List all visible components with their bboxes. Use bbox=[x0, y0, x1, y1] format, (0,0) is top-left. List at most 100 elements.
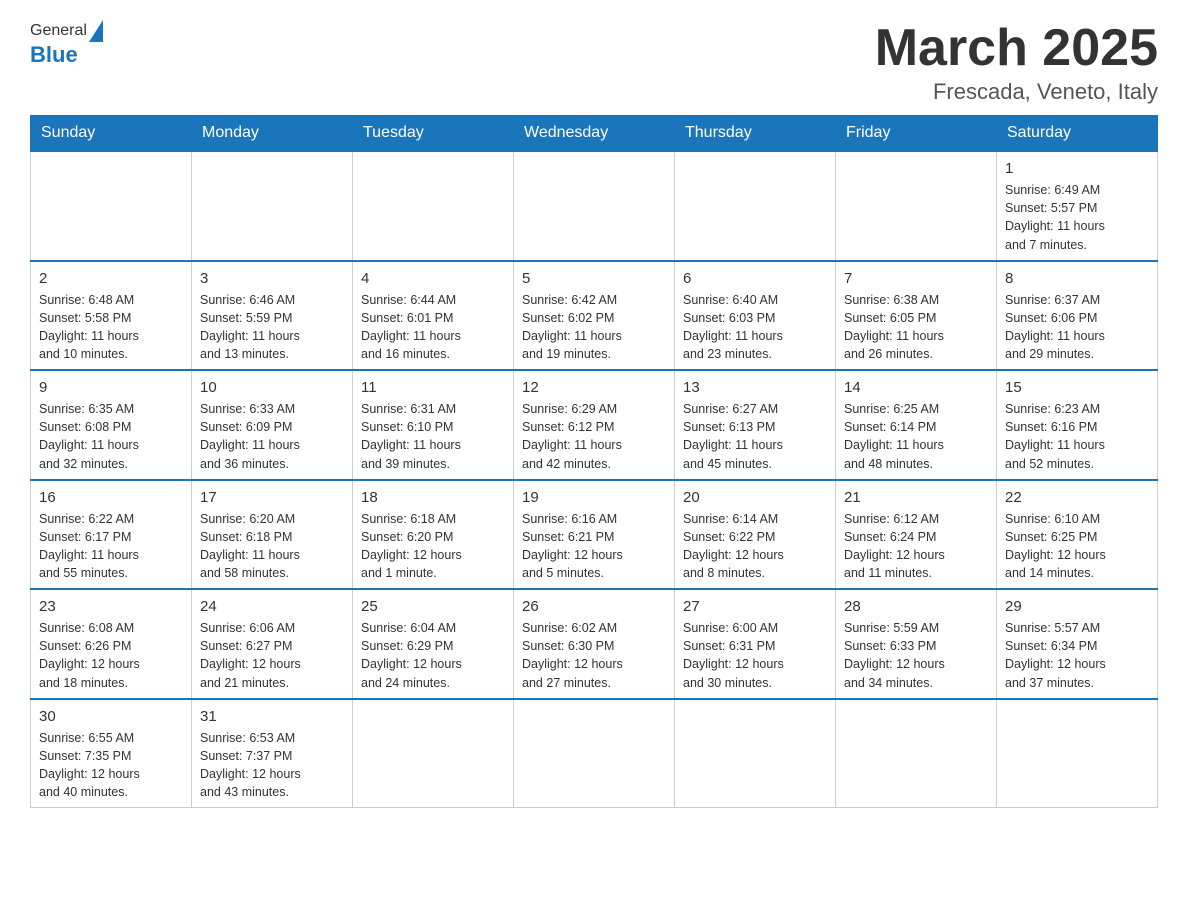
calendar-day-cell bbox=[836, 699, 997, 808]
calendar-day-cell: 16Sunrise: 6:22 AM Sunset: 6:17 PM Dayli… bbox=[31, 480, 192, 590]
day-info: Sunrise: 6:44 AM Sunset: 6:01 PM Dayligh… bbox=[361, 291, 505, 364]
day-info: Sunrise: 6:10 AM Sunset: 6:25 PM Dayligh… bbox=[1005, 510, 1149, 583]
day-number: 8 bbox=[1005, 268, 1149, 289]
calendar-day-cell: 26Sunrise: 6:02 AM Sunset: 6:30 PM Dayli… bbox=[514, 589, 675, 699]
calendar-header-row: SundayMondayTuesdayWednesdayThursdayFrid… bbox=[31, 116, 1158, 152]
day-number: 3 bbox=[200, 268, 344, 289]
calendar-day-cell: 11Sunrise: 6:31 AM Sunset: 6:10 PM Dayli… bbox=[353, 370, 514, 480]
calendar-day-cell: 30Sunrise: 6:55 AM Sunset: 7:35 PM Dayli… bbox=[31, 699, 192, 808]
day-info: Sunrise: 6:08 AM Sunset: 6:26 PM Dayligh… bbox=[39, 619, 183, 692]
calendar-day-cell: 5Sunrise: 6:42 AM Sunset: 6:02 PM Daylig… bbox=[514, 261, 675, 371]
day-number: 27 bbox=[683, 596, 827, 617]
calendar-day-cell: 2Sunrise: 6:48 AM Sunset: 5:58 PM Daylig… bbox=[31, 261, 192, 371]
calendar-day-header: Saturday bbox=[997, 116, 1158, 152]
calendar-day-cell: 17Sunrise: 6:20 AM Sunset: 6:18 PM Dayli… bbox=[192, 480, 353, 590]
calendar-week-row: 9Sunrise: 6:35 AM Sunset: 6:08 PM Daylig… bbox=[31, 370, 1158, 480]
calendar-day-header: Friday bbox=[836, 116, 997, 152]
day-number: 10 bbox=[200, 377, 344, 398]
day-number: 25 bbox=[361, 596, 505, 617]
calendar-day-cell: 27Sunrise: 6:00 AM Sunset: 6:31 PM Dayli… bbox=[675, 589, 836, 699]
day-info: Sunrise: 6:27 AM Sunset: 6:13 PM Dayligh… bbox=[683, 400, 827, 473]
day-info: Sunrise: 6:31 AM Sunset: 6:10 PM Dayligh… bbox=[361, 400, 505, 473]
calendar-day-cell: 15Sunrise: 6:23 AM Sunset: 6:16 PM Dayli… bbox=[997, 370, 1158, 480]
day-info: Sunrise: 6:40 AM Sunset: 6:03 PM Dayligh… bbox=[683, 291, 827, 364]
day-info: Sunrise: 6:00 AM Sunset: 6:31 PM Dayligh… bbox=[683, 619, 827, 692]
calendar-day-cell: 12Sunrise: 6:29 AM Sunset: 6:12 PM Dayli… bbox=[514, 370, 675, 480]
calendar-day-cell: 8Sunrise: 6:37 AM Sunset: 6:06 PM Daylig… bbox=[997, 261, 1158, 371]
calendar-week-row: 23Sunrise: 6:08 AM Sunset: 6:26 PM Dayli… bbox=[31, 589, 1158, 699]
day-number: 6 bbox=[683, 268, 827, 289]
logo-triangle-icon bbox=[89, 20, 103, 42]
day-info: Sunrise: 6:37 AM Sunset: 6:06 PM Dayligh… bbox=[1005, 291, 1149, 364]
day-number: 1 bbox=[1005, 158, 1149, 179]
calendar-day-cell: 24Sunrise: 6:06 AM Sunset: 6:27 PM Dayli… bbox=[192, 589, 353, 699]
day-info: Sunrise: 6:49 AM Sunset: 5:57 PM Dayligh… bbox=[1005, 181, 1149, 254]
day-number: 15 bbox=[1005, 377, 1149, 398]
logo-general-text: General bbox=[30, 22, 87, 40]
day-info: Sunrise: 6:35 AM Sunset: 6:08 PM Dayligh… bbox=[39, 400, 183, 473]
calendar-day-cell: 18Sunrise: 6:18 AM Sunset: 6:20 PM Dayli… bbox=[353, 480, 514, 590]
calendar-day-cell bbox=[675, 151, 836, 261]
calendar-day-cell bbox=[836, 151, 997, 261]
calendar-day-cell: 6Sunrise: 6:40 AM Sunset: 6:03 PM Daylig… bbox=[675, 261, 836, 371]
calendar-day-cell: 19Sunrise: 6:16 AM Sunset: 6:21 PM Dayli… bbox=[514, 480, 675, 590]
calendar-day-cell: 9Sunrise: 6:35 AM Sunset: 6:08 PM Daylig… bbox=[31, 370, 192, 480]
day-number: 9 bbox=[39, 377, 183, 398]
day-number: 22 bbox=[1005, 487, 1149, 508]
day-number: 29 bbox=[1005, 596, 1149, 617]
calendar-day-header: Sunday bbox=[31, 116, 192, 152]
day-number: 18 bbox=[361, 487, 505, 508]
day-info: Sunrise: 6:23 AM Sunset: 6:16 PM Dayligh… bbox=[1005, 400, 1149, 473]
day-info: Sunrise: 6:22 AM Sunset: 6:17 PM Dayligh… bbox=[39, 510, 183, 583]
day-number: 30 bbox=[39, 706, 183, 727]
calendar-week-row: 2Sunrise: 6:48 AM Sunset: 5:58 PM Daylig… bbox=[31, 261, 1158, 371]
day-info: Sunrise: 6:14 AM Sunset: 6:22 PM Dayligh… bbox=[683, 510, 827, 583]
day-info: Sunrise: 6:16 AM Sunset: 6:21 PM Dayligh… bbox=[522, 510, 666, 583]
day-info: Sunrise: 6:53 AM Sunset: 7:37 PM Dayligh… bbox=[200, 729, 344, 802]
calendar-week-row: 30Sunrise: 6:55 AM Sunset: 7:35 PM Dayli… bbox=[31, 699, 1158, 808]
page-header: General Blue March 2025 Frescada, Veneto… bbox=[30, 20, 1158, 105]
day-number: 31 bbox=[200, 706, 344, 727]
day-info: Sunrise: 6:42 AM Sunset: 6:02 PM Dayligh… bbox=[522, 291, 666, 364]
calendar-day-cell: 20Sunrise: 6:14 AM Sunset: 6:22 PM Dayli… bbox=[675, 480, 836, 590]
day-info: Sunrise: 6:04 AM Sunset: 6:29 PM Dayligh… bbox=[361, 619, 505, 692]
day-number: 5 bbox=[522, 268, 666, 289]
day-number: 16 bbox=[39, 487, 183, 508]
day-number: 26 bbox=[522, 596, 666, 617]
day-info: Sunrise: 5:59 AM Sunset: 6:33 PM Dayligh… bbox=[844, 619, 988, 692]
day-info: Sunrise: 6:12 AM Sunset: 6:24 PM Dayligh… bbox=[844, 510, 988, 583]
logo: General Blue bbox=[30, 20, 105, 68]
calendar-week-row: 16Sunrise: 6:22 AM Sunset: 6:17 PM Dayli… bbox=[31, 480, 1158, 590]
calendar-day-cell: 25Sunrise: 6:04 AM Sunset: 6:29 PM Dayli… bbox=[353, 589, 514, 699]
day-number: 2 bbox=[39, 268, 183, 289]
day-number: 28 bbox=[844, 596, 988, 617]
day-info: Sunrise: 6:29 AM Sunset: 6:12 PM Dayligh… bbox=[522, 400, 666, 473]
calendar-day-cell: 4Sunrise: 6:44 AM Sunset: 6:01 PM Daylig… bbox=[353, 261, 514, 371]
calendar-day-header: Thursday bbox=[675, 116, 836, 152]
calendar-day-cell bbox=[997, 699, 1158, 808]
day-info: Sunrise: 6:25 AM Sunset: 6:14 PM Dayligh… bbox=[844, 400, 988, 473]
calendar-day-cell: 23Sunrise: 6:08 AM Sunset: 6:26 PM Dayli… bbox=[31, 589, 192, 699]
day-number: 12 bbox=[522, 377, 666, 398]
day-number: 13 bbox=[683, 377, 827, 398]
calendar-day-cell bbox=[353, 151, 514, 261]
calendar-day-cell bbox=[353, 699, 514, 808]
day-number: 23 bbox=[39, 596, 183, 617]
day-number: 21 bbox=[844, 487, 988, 508]
calendar-day-cell: 28Sunrise: 5:59 AM Sunset: 6:33 PM Dayli… bbox=[836, 589, 997, 699]
day-number: 7 bbox=[844, 268, 988, 289]
calendar-day-cell: 13Sunrise: 6:27 AM Sunset: 6:13 PM Dayli… bbox=[675, 370, 836, 480]
day-number: 20 bbox=[683, 487, 827, 508]
calendar-day-header: Tuesday bbox=[353, 116, 514, 152]
calendar-day-cell bbox=[31, 151, 192, 261]
calendar-day-cell: 29Sunrise: 5:57 AM Sunset: 6:34 PM Dayli… bbox=[997, 589, 1158, 699]
calendar-day-cell bbox=[675, 699, 836, 808]
day-number: 19 bbox=[522, 487, 666, 508]
calendar-day-cell: 14Sunrise: 6:25 AM Sunset: 6:14 PM Dayli… bbox=[836, 370, 997, 480]
calendar-day-cell: 21Sunrise: 6:12 AM Sunset: 6:24 PM Dayli… bbox=[836, 480, 997, 590]
day-info: Sunrise: 6:46 AM Sunset: 5:59 PM Dayligh… bbox=[200, 291, 344, 364]
calendar-day-cell: 3Sunrise: 6:46 AM Sunset: 5:59 PM Daylig… bbox=[192, 261, 353, 371]
day-number: 11 bbox=[361, 377, 505, 398]
location-subtitle: Frescada, Veneto, Italy bbox=[875, 79, 1158, 105]
calendar-day-header: Monday bbox=[192, 116, 353, 152]
